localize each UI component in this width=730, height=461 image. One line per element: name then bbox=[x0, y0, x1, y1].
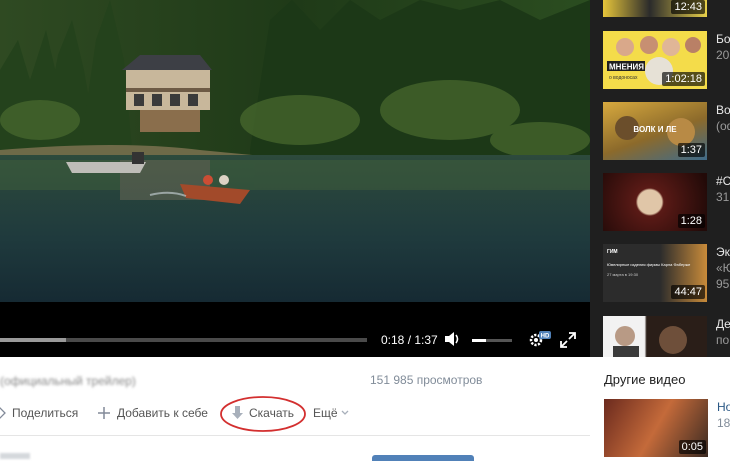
other-video-title[interactable]: Но bbox=[717, 400, 730, 414]
related-video-title[interactable]: #С bbox=[716, 174, 730, 188]
player-controls: 0:18 / 1:37 HD bbox=[0, 322, 590, 357]
divider bbox=[0, 435, 590, 436]
fullscreen-icon[interactable] bbox=[560, 332, 576, 353]
related-video-item[interactable]: ГИМ Ювелирные изделия фирмы Карла Фаберж… bbox=[603, 244, 730, 304]
add-to-library-button[interactable]: Добавить к себе bbox=[97, 406, 208, 420]
related-video-meta: 95 bbox=[716, 277, 730, 291]
video-info: (официальный трейлер) 151 985 просмотров… bbox=[0, 357, 590, 461]
video-thumbnail[interactable]: ГИМ Ювелирные изделия фирмы Карла Фаберж… bbox=[603, 244, 707, 302]
hd-badge: HD bbox=[541, 334, 550, 340]
video-thumbnail[interactable]: МНЕНИЯ о водоносах 1:02:18 bbox=[603, 31, 707, 89]
related-video-item[interactable]: МНЕНИЯ о водоносах 1:02:18 Бо 20 bbox=[603, 31, 730, 91]
duration-badge: 0:05 bbox=[678, 440, 706, 454]
duration-badge: 1:02:18 bbox=[662, 72, 705, 86]
other-video-item[interactable]: 0:05 Но 184 bbox=[604, 399, 730, 459]
thumbnail-label: МНЕНИЯ bbox=[609, 63, 644, 72]
related-video-title[interactable]: Де bbox=[716, 317, 730, 331]
thumbnail-label: Ювелирные изделия фирмы Карла Фаберже bbox=[607, 262, 691, 267]
related-video-item[interactable]: Де по bbox=[603, 316, 730, 357]
related-video-item[interactable]: 1:28 #С 31 bbox=[603, 173, 730, 233]
related-video-meta: «Ю bbox=[716, 261, 730, 275]
related-video-meta: (оф bbox=[716, 119, 730, 133]
thumbnail-label: ВОЛК И ЛЕ bbox=[633, 125, 677, 134]
related-video-title[interactable]: Эк bbox=[716, 245, 730, 259]
video-letterbox bbox=[0, 302, 590, 322]
duration-badge: 1:37 bbox=[677, 143, 705, 157]
related-video-meta: по bbox=[716, 333, 730, 347]
thumbnail-sublabel: 27 марта в 19:30 bbox=[607, 272, 639, 277]
progress-fill bbox=[0, 338, 67, 342]
video-thumbnail[interactable]: ВОЛК И ЛЕ 1:37 bbox=[603, 102, 707, 160]
video-frame[interactable] bbox=[0, 0, 590, 322]
progress-bar[interactable] bbox=[0, 338, 367, 342]
video-thumbnail[interactable]: 1:28 bbox=[603, 173, 707, 231]
related-videos-sidebar: 12:43 МНЕНИЯ о водоносах 1:02:18 Бо 20 В… bbox=[590, 0, 730, 357]
add-label: Добавить к себе bbox=[117, 406, 208, 420]
more-button[interactable]: Ещё bbox=[313, 406, 349, 420]
video-thumbnail[interactable]: 12:43 bbox=[603, 0, 707, 17]
related-video-meta: 20 bbox=[716, 48, 730, 62]
thumbnail-sublabel: о водоносах bbox=[609, 75, 638, 81]
video-player[interactable]: 0:18 / 1:37 HD bbox=[0, 0, 590, 357]
view-count: 151 985 просмотров bbox=[370, 373, 483, 387]
more-label: Ещё bbox=[313, 406, 338, 420]
other-videos-heading: Другие видео bbox=[604, 372, 686, 387]
volume-icon[interactable] bbox=[445, 332, 461, 351]
video-thumbnail[interactable] bbox=[603, 316, 707, 357]
volume-fill bbox=[472, 339, 486, 342]
video-thumbnail[interactable]: 0:05 bbox=[604, 399, 708, 457]
related-video-item[interactable]: 12:43 bbox=[603, 0, 713, 19]
related-video-title[interactable]: Бо bbox=[716, 32, 730, 46]
thumbnail-brand: ГИМ bbox=[607, 249, 618, 255]
chevron-down-icon bbox=[341, 410, 349, 416]
volume-slider[interactable] bbox=[472, 339, 512, 342]
duration-badge: 1:28 bbox=[677, 214, 705, 228]
share-label: Поделиться bbox=[12, 406, 79, 420]
download-highlight-circle bbox=[220, 396, 306, 432]
share-button[interactable]: Поделиться bbox=[0, 406, 78, 420]
subscribe-button-partial[interactable] bbox=[372, 455, 474, 461]
related-video-title[interactable]: Во bbox=[716, 103, 730, 117]
gear-icon[interactable]: HD bbox=[527, 330, 551, 355]
other-video-meta: 184 bbox=[717, 416, 730, 430]
share-icon bbox=[0, 407, 6, 419]
author-row-partial bbox=[0, 453, 30, 459]
thumbnail-art bbox=[613, 326, 687, 357]
plus-icon bbox=[97, 406, 111, 420]
duration-badge: 44:47 bbox=[671, 285, 705, 299]
time-display: 0:18 / 1:37 bbox=[381, 333, 438, 347]
related-video-meta: 31 bbox=[716, 190, 730, 204]
duration-badge: 12:43 bbox=[671, 0, 705, 14]
video-title: (официальный трейлер) bbox=[0, 374, 136, 388]
other-videos-panel: Другие видео 0:05 Но 184 bbox=[590, 357, 730, 459]
related-video-item[interactable]: ВОЛК И ЛЕ 1:37 Во (оф bbox=[603, 102, 730, 162]
